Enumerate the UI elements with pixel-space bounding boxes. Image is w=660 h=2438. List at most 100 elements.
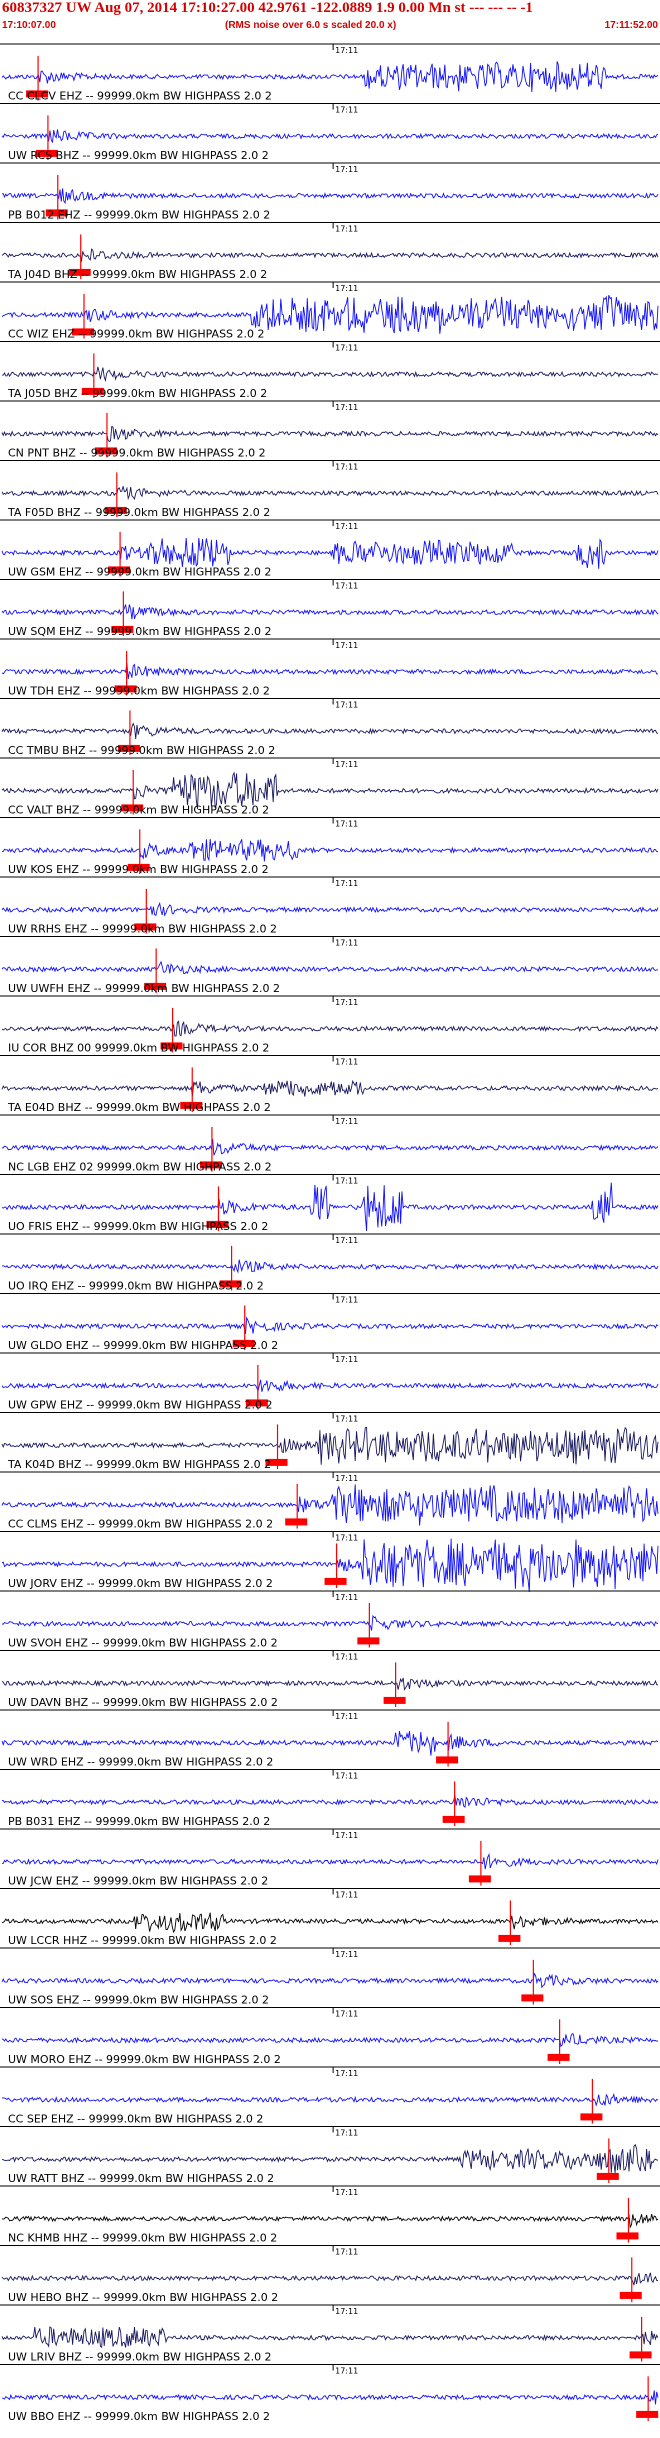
pick-marker [580, 2113, 603, 2121]
minute-tick-label: 17:11 [335, 46, 358, 55]
trace-label: TA J05D BHZ -- 99999.0km BW HIGHPASS 2.0… [7, 387, 267, 400]
waveform [1, 1972, 659, 1989]
waveform [1, 2390, 659, 2405]
minute-tick-label: 17:11 [335, 1058, 358, 1067]
trace-label: CC WIZ EHZ -- 99999.0km BW HIGHPASS 2.0 … [8, 328, 265, 341]
trace-label: UO FRIS EHZ -- 99999.0km BW HIGHPASS 2.0… [8, 1220, 268, 1233]
trace-label: UW TDH EHZ -- 99999.0km BW HIGHPASS 2.0 … [8, 685, 270, 698]
minute-tick-label: 17:11 [335, 1712, 358, 1721]
trace-label: CN PNT BHZ -- 99999.0km BW HIGHPASS 2.0 … [8, 447, 266, 460]
waveform [1, 1731, 659, 1756]
minute-tick-label: 17:11 [335, 2069, 358, 2078]
waveform [1, 1379, 659, 1393]
trace-label: UW LCCR HHZ -- 99999.0km BW HIGHPASS 2.0… [8, 1934, 277, 1947]
pick-marker [436, 1756, 459, 1764]
waveform [1, 722, 659, 739]
waveform [1, 2272, 659, 2286]
pick-marker [547, 2053, 570, 2061]
trace-label: CC VALT BHZ -- 99999.0km BW HIGHPASS 2.0… [8, 804, 269, 817]
trace-label: UW RCS BHZ -- 99999.0km BW HIGHPASS 2.0 … [8, 149, 269, 162]
pick-marker [521, 1994, 544, 2002]
trace-label: NC KHMB HHZ -- 99999.0km BW HIGHPASS 2.0… [8, 2232, 277, 2245]
waveform [1, 960, 658, 975]
minute-tick-label: 17:11 [335, 582, 358, 591]
minute-tick-label: 17:11 [335, 1117, 358, 1126]
trace-label: UW SVOH EHZ -- 99999.0km BW HIGHPASS 2.0… [8, 1637, 278, 1650]
minute-tick-label: 17:11 [335, 1177, 358, 1186]
trace-label: UW SQM EHZ -- 99999.0km BW HIGHPASS 2.0 … [8, 625, 272, 638]
trace-label: CC SEP EHZ -- 99999.0km BW HIGHPASS 2.0 … [8, 2113, 263, 2126]
minute-tick-label: 17:11 [335, 225, 358, 234]
minute-tick-label: 17:11 [335, 1891, 358, 1900]
minute-tick-label: 17:11 [335, 2188, 358, 2197]
pick-marker [636, 2410, 659, 2418]
minute-tick-label: 17:11 [335, 284, 358, 293]
waveform [1, 901, 659, 917]
minute-tick-label: 17:11 [335, 998, 358, 1007]
trace-label: TA K04D BHZ -- 99999.0km BW HIGHPASS 2.0… [7, 1458, 271, 1471]
minute-tick-label: 17:11 [335, 760, 358, 769]
waveform [1, 486, 659, 501]
minute-tick-label: 17:11 [335, 463, 358, 472]
pick-marker [357, 1637, 380, 1645]
waveform [1, 1139, 659, 1156]
trace-label: PB B012 EHZ -- 99999.0km BW HIGHPASS 2.0… [8, 209, 270, 222]
waveform [1, 425, 659, 443]
trace-label: UW UWFH EHZ -- 99999.0km BW HIGHPASS 2.0… [8, 982, 280, 995]
trace-label: TA F05D BHZ -- 99999.0km BW HIGHPASS 2.0… [7, 506, 270, 519]
trace-label: PB B031 EHZ -- 99999.0km BW HIGHPASS 2.0… [8, 1815, 270, 1828]
waveform [1, 604, 659, 620]
minute-tick-label: 17:11 [335, 403, 358, 412]
pick-marker [383, 1696, 406, 1704]
minute-tick-label: 17:11 [335, 2307, 358, 2316]
waveform [1, 1259, 659, 1274]
trace-label: IU COR BHZ 00 99999.0km BW HIGHPASS 2.0 … [8, 1042, 269, 1055]
minute-tick-label: 17:11 [335, 1474, 358, 1483]
pick-marker [629, 2351, 652, 2359]
trace-label: UW JORV EHZ -- 99999.0km BW HIGHPASS 2.0… [8, 1577, 273, 1590]
trace-label: UW GSM EHZ -- 99999.0km BW HIGHPASS 2.0 … [8, 566, 271, 579]
minute-tick-label: 17:11 [335, 344, 358, 353]
pick-marker [442, 1815, 465, 1823]
pick-marker [596, 2172, 619, 2180]
trace-label: UW LRIV BHZ -- 99999.0km BW HIGHPASS 2.0… [8, 2351, 272, 2364]
waveform [1, 1677, 659, 1691]
trace-label: UW HEBO BHZ -- 99999.0km BW HIGHPASS 2.0… [8, 2291, 278, 2304]
trace-label: UW GPW EHZ -- 99999.0km BW HIGHPASS 2.0 … [8, 1399, 272, 1412]
trace-label: UW SOS EHZ -- 99999.0km BW HIGHPASS 2.0 … [8, 1994, 269, 2007]
trace-label: TA J04D BHZ -- 99999.0km BW HIGHPASS 2.0… [7, 268, 267, 281]
trace-label: UW JCW EHZ -- 99999.0km BW HIGHPASS 2.0 … [8, 1875, 268, 1888]
minute-tick-label: 17:11 [335, 2010, 358, 2019]
pick-marker [285, 1518, 308, 1526]
trace-label: CC TMBU BHZ -- 99999.0km BW HIGHPASS 2.0… [8, 744, 275, 757]
minute-tick-label: 17:11 [335, 106, 358, 115]
pick-marker [468, 1875, 491, 1883]
minute-tick-label: 17:11 [335, 1355, 358, 1364]
minute-tick-label: 17:11 [335, 1236, 358, 1245]
minute-tick-label: 17:11 [335, 1653, 358, 1662]
pick-marker [616, 2232, 639, 2240]
waveform [1, 188, 659, 205]
waveform [1, 1852, 659, 1870]
waveform [1, 838, 659, 862]
waveform [1, 2326, 659, 2348]
waveform [1, 1079, 659, 1097]
minute-tick-label: 17:11 [335, 1593, 358, 1602]
minute-tick-label: 17:11 [335, 165, 358, 174]
minute-tick-label: 17:11 [335, 1534, 358, 1543]
waveform [1, 1912, 659, 1934]
waveform [1, 2092, 659, 2107]
waveform [1, 1316, 659, 1334]
minute-tick-label: 17:11 [335, 522, 358, 531]
waveform [1, 2143, 659, 2173]
minute-tick-label: 17:11 [335, 820, 358, 829]
pick-marker [324, 1577, 347, 1585]
trace-label: UW WRD EHZ -- 99999.0km BW HIGHPASS 2.0 … [8, 1756, 273, 1769]
minute-tick-label: 17:11 [335, 939, 358, 948]
waveform [1, 61, 659, 93]
trace-label: UW BBO EHZ -- 99999.0km BW HIGHPASS 2.0 … [8, 2410, 270, 2423]
waveform [1, 537, 659, 569]
trace-label: TA E04D BHZ -- 99999.0km BW HIGHPASS 2.0… [7, 1101, 271, 1114]
trace-label: CC CLCV EHZ -- 99999.0km BW HIGHPASS 2.0… [8, 90, 272, 103]
trace-label: UW MORO EHZ -- 99999.0km BW HIGHPASS 2.0… [8, 2053, 281, 2066]
